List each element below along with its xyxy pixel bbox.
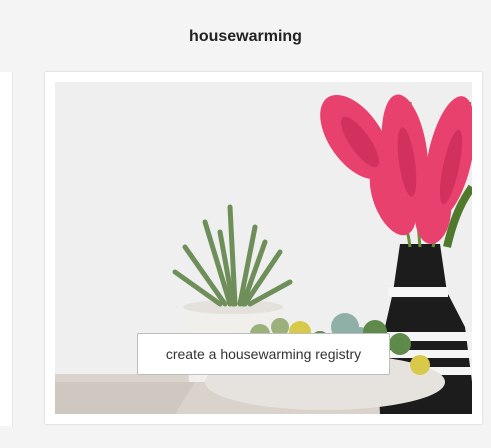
create-registry-button[interactable]: create a housewarming registry <box>137 333 390 375</box>
section-title: housewarming <box>189 28 302 45</box>
housewarming-section: housewarming create a housewarming regis… <box>0 0 491 448</box>
previous-card-edge[interactable] <box>0 72 13 426</box>
